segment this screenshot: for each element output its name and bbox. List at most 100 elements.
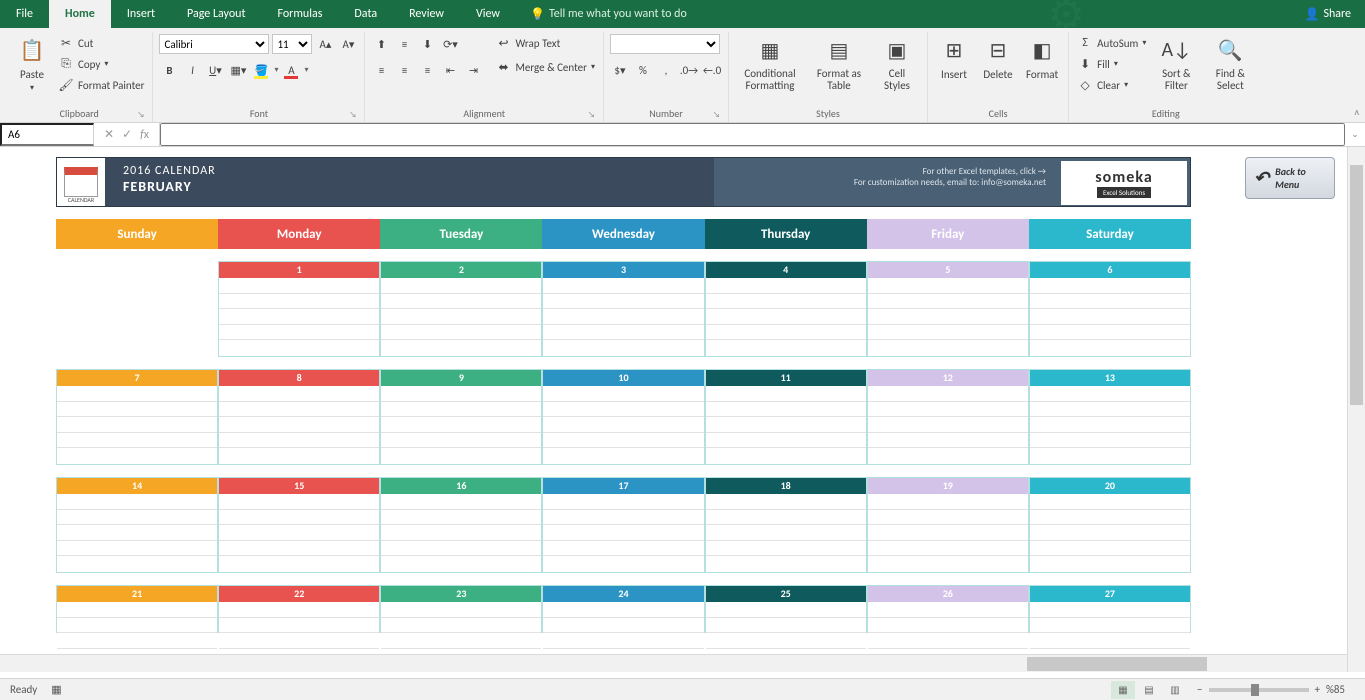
enter-formula-button[interactable]: ✓ [122,127,132,142]
day-lines[interactable] [1030,494,1190,572]
day-cell[interactable]: 6 [1029,261,1191,357]
formula-bar[interactable] [160,123,1345,146]
normal-view-button[interactable]: ▦ [1111,681,1135,699]
zoom-out-button[interactable]: − [1197,683,1202,696]
day-lines[interactable] [219,602,379,632]
day-lines[interactable] [219,386,379,464]
day-cell[interactable]: 7 [56,369,218,465]
horizontal-scrollbar[interactable] [0,654,1347,672]
percent-format-button[interactable]: % [633,60,653,80]
day-lines[interactable] [1030,278,1190,356]
number-launcher[interactable]: ↘ [713,110,720,120]
align-top-button[interactable]: ⬆ [371,34,391,54]
day-cell[interactable]: 9 [380,369,542,465]
align-left-button[interactable]: ≡ [371,60,391,80]
bold-button[interactable]: B [159,60,179,80]
font-family-select[interactable]: Calibri [159,34,269,54]
fill-color-button[interactable]: 🪣 [251,60,271,80]
day-cell[interactable]: 3 [542,261,704,357]
accounting-format-button[interactable]: $▾ [610,60,630,80]
tab-review[interactable]: Review [393,0,460,28]
italic-button[interactable]: I [182,60,202,80]
clear-button[interactable]: ◇Clear▾ [1075,76,1148,94]
day-cell[interactable]: 11 [705,369,867,465]
cancel-formula-button[interactable]: ✕ [104,127,114,142]
tab-file[interactable]: File [0,0,49,28]
day-cell[interactable]: 24 [542,585,704,633]
font-launcher[interactable]: ↘ [349,110,356,120]
expand-formula-bar[interactable]: ⌄ [1345,123,1365,146]
day-lines[interactable] [57,386,217,464]
day-lines[interactable] [543,602,703,632]
tab-home[interactable]: Home [49,0,111,28]
format-painter-button[interactable]: 🖌Format Painter [56,76,146,94]
comma-format-button[interactable]: , [656,60,676,80]
border-button[interactable]: ▦▾ [228,60,248,80]
day-lines[interactable] [381,494,541,572]
back-to-menu-button[interactable]: ↶ Back to Menu [1245,157,1335,199]
day-cell[interactable]: 10 [542,369,704,465]
day-cell[interactable]: 21 [56,585,218,633]
day-lines[interactable] [543,494,703,572]
conditional-formatting-button[interactable]: ▦Conditional Formatting [735,32,805,94]
align-right-button[interactable]: ≡ [417,60,437,80]
day-cell[interactable] [56,261,218,357]
font-size-select[interactable]: 11 [272,34,312,54]
clipboard-launcher[interactable]: ↘ [137,110,144,120]
day-cell[interactable]: 17 [542,477,704,573]
increase-font-button[interactable]: A▴ [315,34,335,54]
day-cell[interactable]: 20 [1029,477,1191,573]
zoom-slider[interactable] [1209,688,1309,692]
orientation-button[interactable]: ⟳▾ [440,34,460,54]
zoom-in-button[interactable]: + [1315,683,1320,696]
vertical-scrollbar[interactable] [1347,147,1365,672]
decrease-indent-button[interactable]: ⇤ [440,60,460,80]
tab-view[interactable]: View [460,0,516,28]
macro-record-icon[interactable]: ▦ [51,683,61,696]
insert-cells-button[interactable]: ⊞Insert [934,32,974,83]
day-lines[interactable] [381,278,541,356]
day-lines[interactable] [706,386,866,464]
merge-center-button[interactable]: ⬌Merge & Center▾ [493,58,597,76]
format-as-table-button[interactable]: ▤Format as Table [809,32,869,94]
tab-insert[interactable]: Insert [111,0,171,28]
day-cell[interactable]: 12 [867,369,1029,465]
day-cell[interactable]: 15 [218,477,380,573]
number-format-select[interactable] [610,34,720,54]
increase-decimal-button[interactable]: .0→ [679,60,699,80]
day-cell[interactable]: 1 [218,261,380,357]
font-color-button[interactable]: A [281,60,301,80]
day-lines[interactable] [57,602,217,632]
cut-button[interactable]: ✂Cut [56,34,146,52]
day-cell[interactable]: 27 [1029,585,1191,633]
day-cell[interactable]: 16 [380,477,542,573]
day-lines[interactable] [1030,602,1190,632]
day-cell[interactable]: 19 [867,477,1029,573]
day-lines[interactable] [868,494,1028,572]
worksheet-area[interactable]: CALENDAR 2016 CALENDAR FEBRUARY For othe… [0,147,1365,672]
day-cell[interactable]: 23 [380,585,542,633]
tab-data[interactable]: Data [338,0,393,28]
day-cell[interactable]: 8 [218,369,380,465]
alignment-launcher[interactable]: ↘ [588,110,595,120]
day-lines[interactable] [868,386,1028,464]
align-middle-button[interactable]: ≡ [394,34,414,54]
day-lines[interactable] [543,386,703,464]
day-lines[interactable] [868,278,1028,356]
decrease-decimal-button[interactable]: ←.0 [702,60,722,80]
day-lines[interactable] [381,386,541,464]
align-center-button[interactable]: ≡ [394,60,414,80]
day-lines[interactable] [1030,386,1190,464]
collapse-ribbon-button[interactable]: ʌ [1354,105,1359,118]
day-lines[interactable] [706,494,866,572]
day-cell[interactable]: 13 [1029,369,1191,465]
fill-button[interactable]: ⬇Fill▾ [1075,55,1148,73]
day-lines[interactable] [219,494,379,572]
tab-page-layout[interactable]: Page Layout [171,0,261,28]
zoom-level[interactable]: %85 [1326,683,1345,696]
day-lines[interactable] [219,278,379,356]
day-lines[interactable] [706,602,866,632]
delete-cells-button[interactable]: ⊟Delete [978,32,1018,83]
day-cell[interactable]: 18 [705,477,867,573]
day-cell[interactable]: 5 [867,261,1029,357]
